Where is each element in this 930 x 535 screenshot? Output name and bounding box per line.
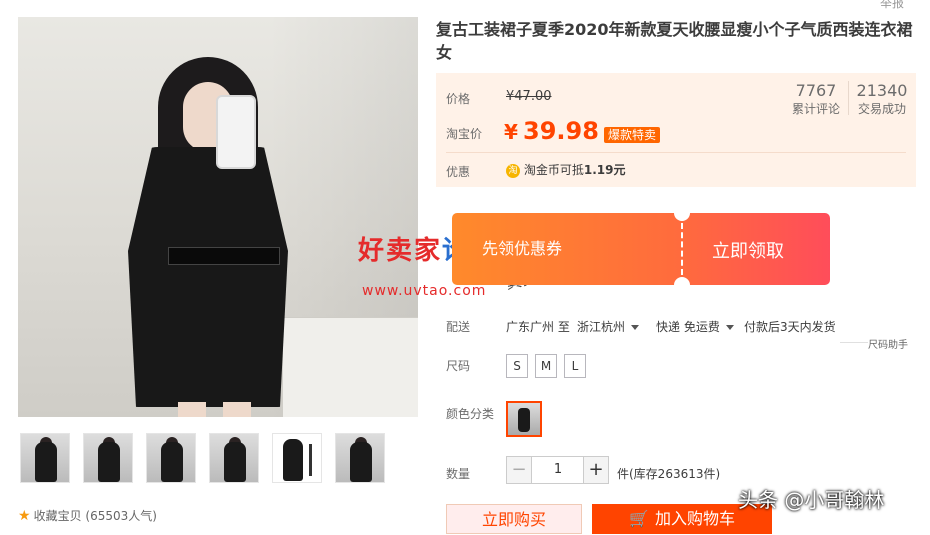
chevron-down-icon: [631, 325, 640, 330]
buy-now-button[interactable]: 立即购买: [446, 504, 582, 534]
claim-coupon-button[interactable]: 立即领取: [712, 237, 784, 263]
ship-time: 付款后3天内发货: [744, 320, 836, 334]
report-link[interactable]: 举报: [880, 0, 904, 11]
taobao-price-label: 淘宝价: [446, 127, 483, 141]
taobao-coin-icon: 淘: [506, 163, 520, 178]
model-leg-right: [223, 402, 251, 417]
favorite-text: 收藏宝贝: [33, 509, 82, 523]
star-icon: ★: [18, 508, 31, 524]
color-label: 颜色分类: [446, 407, 495, 421]
main-product-image[interactable]: [18, 17, 418, 417]
color-option[interactable]: [506, 401, 542, 437]
favorite-count: (65503人气): [85, 509, 157, 523]
orig-price-label: 价格: [446, 92, 471, 106]
thumbnail[interactable]: [272, 433, 322, 483]
model-phone: [216, 95, 256, 169]
favorite-link[interactable]: ★ 收藏宝贝 (65503人气): [18, 507, 157, 524]
promo-label: 优惠: [446, 165, 471, 179]
size-option-l[interactable]: L: [564, 354, 586, 378]
quantity-label: 数量: [446, 467, 471, 481]
thumbnail[interactable]: [209, 433, 259, 483]
model-belt: [168, 247, 280, 265]
shipping-from: 广东广州 至: [506, 320, 570, 334]
thumbnail[interactable]: [335, 433, 385, 483]
model-dress: [128, 147, 288, 407]
cart-icon: 🛒: [629, 509, 649, 528]
quantity-increment-button[interactable]: +: [583, 456, 609, 484]
shipping-label: 配送: [446, 320, 471, 334]
promo-text: 淘 淘金币可抵1.19元: [506, 161, 625, 178]
thumbnail[interactable]: [20, 433, 70, 483]
shipping-destination-select[interactable]: 浙江杭州: [577, 318, 640, 335]
stock-text: 件(库存263613件): [617, 467, 721, 481]
product-title: 复古工装裙子夏季2020年新款夏天收腰显瘦小个子气质西装连衣裙女: [436, 20, 913, 62]
current-price: ¥ 39.98 爆款特卖: [504, 117, 661, 145]
photo-shelf: [283, 317, 418, 417]
currency-symbol: ¥: [504, 120, 518, 144]
current-price-value: 39.98: [523, 117, 599, 145]
orig-price: ¥47.00: [506, 89, 552, 104]
shipping-method-select[interactable]: 快递 免运费: [656, 318, 734, 335]
hot-sale-badge: 爆款特卖: [604, 127, 661, 143]
deals-label: 交易成功: [857, 102, 906, 116]
coupon-divider: [681, 223, 683, 275]
toutiao-credit: 头条 @小哥翰林: [738, 488, 885, 512]
reviews-label: 累计评论: [791, 102, 840, 116]
deals-stat[interactable]: 21340 交易成功: [854, 81, 910, 117]
reviews-count: 7767: [795, 81, 837, 100]
size-helper-link[interactable]: 尺码助手: [868, 336, 908, 351]
helper-line: [840, 342, 868, 343]
stat-divider: [848, 81, 849, 115]
thumbnail-strip: [18, 433, 418, 485]
model-leg-left: [178, 402, 206, 417]
quantity-decrement-button[interactable]: −: [506, 456, 532, 484]
thumbnail[interactable]: [83, 433, 133, 483]
coupon-left-text: 先领优惠券: [482, 239, 563, 258]
size-option-m[interactable]: M: [535, 354, 557, 378]
deals-count: 21340: [856, 81, 908, 100]
thumbnail[interactable]: [146, 433, 196, 483]
price-divider: [446, 152, 906, 153]
price-box: 价格 ¥47.00 淘宝价 ¥ 39.98 爆款特卖 7767 累计评论 213…: [436, 73, 916, 187]
chevron-down-icon: [725, 325, 734, 330]
coupon-notch: [674, 205, 690, 221]
coupon-banner[interactable]: 先领优惠券 立即领取: [452, 205, 830, 293]
quantity-input[interactable]: 1: [532, 456, 584, 484]
reviews-stat[interactable]: 7767 累计评论: [788, 81, 844, 117]
size-option-s[interactable]: S: [506, 354, 528, 378]
size-label: 尺码: [446, 359, 471, 373]
watermark-url: www.uvtao.com: [362, 283, 487, 299]
coupon-notch: [674, 277, 690, 293]
